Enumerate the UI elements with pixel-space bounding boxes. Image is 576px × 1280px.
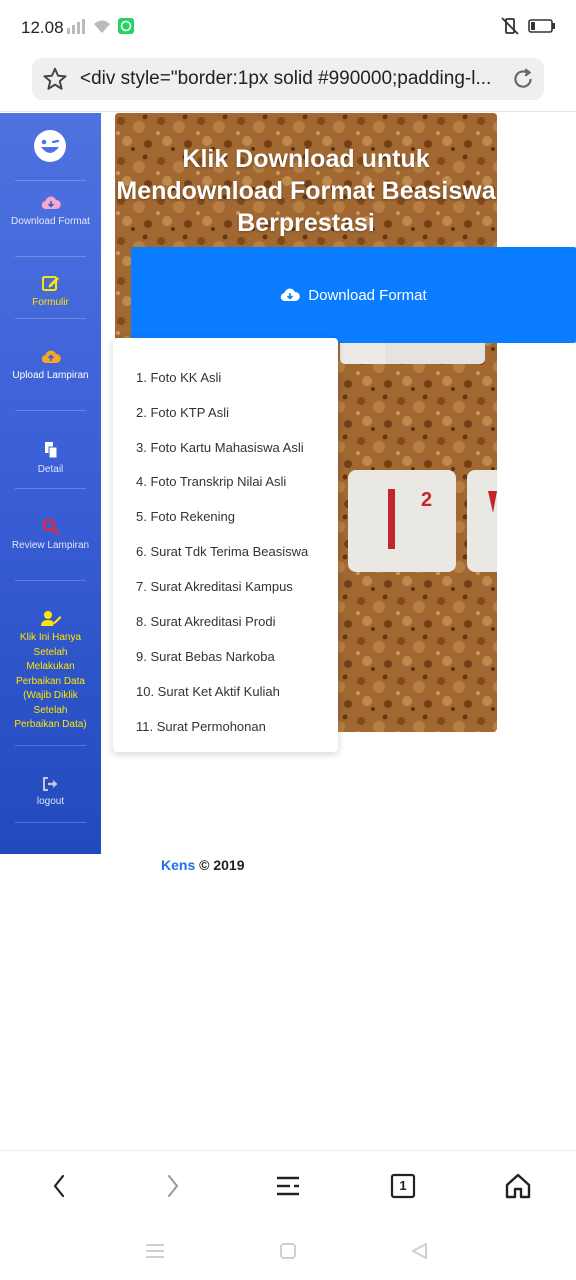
sidebar-divider: [15, 318, 86, 319]
address-divider: [0, 111, 576, 112]
signal-icon: [67, 19, 85, 34]
url-text[interactable]: <div style="border:1px solid #990000;pad…: [80, 68, 500, 90]
sidebar-divider: [15, 488, 86, 489]
hero-title: Klik Download untuk Mendownload Format B…: [116, 145, 496, 237]
user-edit-icon: [40, 611, 61, 626]
dropdown-item[interactable]: 10. Surat Ket Aktif Kuliah: [136, 684, 280, 699]
sidebar-item-perbaikan-data[interactable]: Klik Ini Hanya Setelah Melakukan Perbaik…: [0, 610, 101, 733]
download-format-label: Download Format: [308, 286, 427, 304]
tabs-button[interactable]: 1: [388, 1171, 418, 1201]
sidebar-item-label: Klik Ini Hanya Setelah Melakukan Perbaik…: [14, 632, 87, 730]
edit-icon: [41, 276, 59, 291]
chevron-left-icon: [53, 1174, 65, 1198]
dropdown-item[interactable]: 11. Surat Permohonan: [136, 719, 266, 734]
recent-apps-button[interactable]: [144, 1240, 166, 1262]
download-dropdown-menu: 1. Foto KK Asli 2. Foto KTP Asli 3. Foto…: [113, 338, 338, 752]
whatsapp-icon: [118, 18, 134, 34]
sidebar-divider: [15, 745, 86, 746]
sidebar-item-download-format[interactable]: Download Format: [0, 195, 101, 230]
status-icons-right: [500, 16, 556, 36]
refresh-icon[interactable]: [510, 66, 536, 92]
sidebar-divider: [15, 410, 86, 411]
sidebar-item-upload-lampiran[interactable]: Upload Lampiran: [0, 349, 101, 384]
dropdown-item[interactable]: 6. Surat Tdk Terima Beasiswa: [136, 544, 308, 559]
back-button[interactable]: [44, 1171, 74, 1201]
dropdown-item[interactable]: 4. Foto Transkrip Nilai Asli: [136, 474, 286, 489]
dropdown-item[interactable]: 9. Surat Bebas Narkoba: [136, 649, 275, 664]
sidebar-item-detail[interactable]: Detail: [0, 441, 101, 478]
sidebar-item-label: logout: [36, 796, 65, 807]
battery-icon: [528, 19, 555, 33]
sidebar-divider: [15, 580, 86, 581]
sidebar-item-logout[interactable]: logout: [0, 777, 101, 810]
bookmark-star-icon[interactable]: [42, 66, 68, 92]
tab-count: 1: [399, 1178, 407, 1193]
sidebar-item-label: Detail: [37, 464, 64, 475]
dropdown-item[interactable]: 8. Surat Akreditasi Prodi: [136, 614, 275, 629]
sidebar-divider: [15, 180, 86, 181]
dropdown-item[interactable]: 2. Foto KTP Asli: [136, 405, 229, 420]
dropdown-item[interactable]: 5. Foto Rekening: [136, 509, 235, 524]
system-home-button[interactable]: [277, 1240, 299, 1262]
menu-button[interactable]: [273, 1171, 303, 1201]
sidebar-item-review-lampiran[interactable]: Review Lampiran: [0, 518, 101, 554]
footer-copyright-text: © 2019: [199, 857, 245, 873]
home-button[interactable]: [503, 1171, 533, 1201]
vibrate-off-icon: [501, 17, 519, 35]
search-icon: [42, 518, 59, 535]
forward-button[interactable]: [158, 1171, 188, 1201]
browser-toolbar: 1: [0, 1150, 576, 1220]
address-bar[interactable]: <div style="border:1px solid #990000;pad…: [32, 58, 544, 100]
status-icons-left: [66, 18, 134, 34]
sidebar-divider: [15, 256, 86, 257]
sidebar-item-formulir[interactable]: Formulir: [0, 274, 101, 311]
cloud-download-icon: [281, 288, 301, 302]
footer-copyright: Kens © 2019: [161, 857, 244, 873]
triangle-back-icon: [412, 1243, 427, 1259]
sidebar-item-label: Download Format: [11, 216, 90, 227]
sidebar: Download Format Formulir Upload Lampiran…: [0, 113, 101, 854]
recent-apps-icon: [146, 1244, 164, 1258]
cloud-upload-icon: [41, 350, 61, 364]
download-format-button[interactable]: Download Format: [131, 247, 576, 343]
sidebar-item-label: Review Lampiran: [11, 540, 90, 551]
square-home-icon: [280, 1243, 296, 1259]
dropdown-item[interactable]: 1. Foto KK Asli: [136, 370, 221, 385]
svg-text:2: 2: [421, 489, 432, 511]
sidebar-divider: [15, 822, 86, 823]
home-icon: [505, 1173, 531, 1199]
copy-icon: [44, 442, 57, 459]
sidebar-item-label: Upload Lampiran: [12, 370, 89, 381]
footer-brand-link[interactable]: Kens: [161, 857, 195, 873]
dropdown-item[interactable]: 7. Surat Akreditasi Kampus: [136, 579, 293, 594]
wifi-icon: [94, 20, 110, 33]
cloud-download-icon: [41, 196, 61, 210]
system-back-button[interactable]: [408, 1240, 430, 1262]
system-nav-bar: [0, 1220, 576, 1280]
chevron-right-icon: [168, 1175, 178, 1197]
laugh-wink-logo-icon[interactable]: [33, 129, 67, 163]
menu-icon: [277, 1176, 299, 1196]
status-time: 12.08: [21, 18, 64, 37]
dropdown-item[interactable]: 3. Foto Kartu Mahasiswa Asli: [136, 440, 304, 455]
status-bar: 12.08: [0, 0, 576, 56]
sign-out-icon: [43, 777, 58, 791]
sidebar-item-label: Formulir: [32, 297, 69, 308]
